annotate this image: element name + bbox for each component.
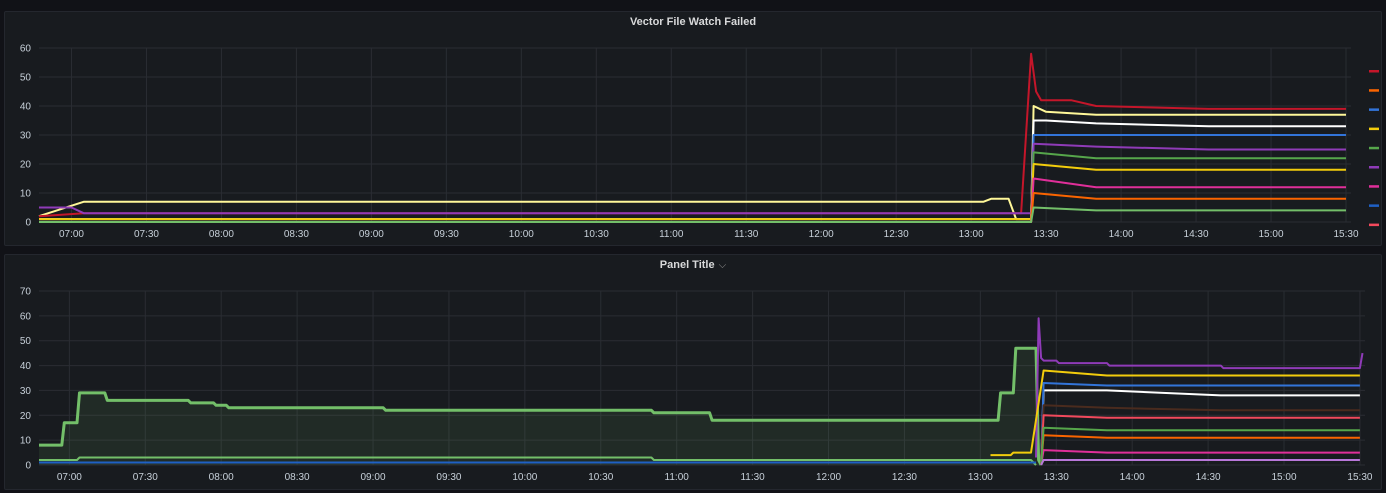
series-line[interactable] xyxy=(38,105,1346,221)
x-tick-label: 12:00 xyxy=(816,472,841,483)
y-tick-label: 40 xyxy=(20,361,32,372)
y-tick-label: 50 xyxy=(20,73,32,84)
legend xyxy=(1369,70,1379,227)
legend-swatch[interactable] xyxy=(1369,223,1379,227)
y-tick-label: 30 xyxy=(20,386,32,397)
x-tick-label: 14:30 xyxy=(1196,472,1221,483)
y-tick-label: 60 xyxy=(20,311,32,322)
chart-svg[interactable]: 0 10 20 30 40 50 60 07:00 07:30 08:00 08:30 09:00 09… xyxy=(5,12,1383,247)
series-line[interactable] xyxy=(1040,389,1360,466)
legend-swatch[interactable] xyxy=(1369,185,1379,188)
x-tick-label: 15:30 xyxy=(1333,229,1358,240)
x-tick-label: 15:00 xyxy=(1259,229,1284,240)
x-tick-label: 13:30 xyxy=(1034,229,1059,240)
x-tick-label: 07:30 xyxy=(133,472,158,483)
y-tick-label: 50 xyxy=(20,336,32,347)
x-tick-label: 13:30 xyxy=(1044,472,1069,483)
y-tick-label: 70 xyxy=(20,287,32,298)
legend-swatch[interactable] xyxy=(1369,166,1379,169)
series-line[interactable] xyxy=(39,177,1346,223)
y-tick-label: 60 xyxy=(20,44,32,55)
x-tick-label: 14:00 xyxy=(1120,472,1145,483)
x-tick-label: 10:30 xyxy=(584,229,609,240)
y-tick-label: 20 xyxy=(20,411,32,422)
x-tick-label: 09:30 xyxy=(436,472,461,483)
y-tick-label: 0 xyxy=(25,218,31,229)
legend-swatch[interactable] xyxy=(1369,108,1379,111)
x-tick-label: 08:00 xyxy=(209,472,234,483)
x-tick-label: 10:30 xyxy=(588,472,613,483)
legend-swatch[interactable] xyxy=(1369,146,1379,150)
y-tick-label: 10 xyxy=(20,436,32,447)
x-tick-label: 11:00 xyxy=(665,472,690,483)
y-tick-label: 30 xyxy=(20,131,32,142)
y-tick-label: 10 xyxy=(20,189,32,200)
chart-svg[interactable]: 0 10 20 30 40 50 60 70 07:00 07:30 08:00 08:30 09:00… xyxy=(5,255,1383,491)
x-tick-label: 13:00 xyxy=(968,472,993,483)
series-line[interactable] xyxy=(1040,459,1360,466)
x-tick-label: 13:00 xyxy=(959,229,984,240)
x-tick-label: 07:30 xyxy=(134,229,159,240)
series-line[interactable] xyxy=(1040,449,1360,466)
series-line[interactable] xyxy=(39,142,1346,215)
chart-panel-panel-title: Panel Title ⌵ 0 10 20 30 40 50 60 70 07:00 07:30 08… xyxy=(4,254,1382,490)
chart-panel-vector-file-watch-failed: Vector File Watch Failed 0 10 20 30 40 50 60 07… xyxy=(4,11,1382,246)
legend-swatch[interactable] xyxy=(1369,127,1379,131)
x-tick-label: 09:30 xyxy=(434,229,459,240)
x-tick-label: 14:00 xyxy=(1109,229,1134,240)
x-tick-label: 11:30 xyxy=(734,229,759,240)
x-tick-label: 07:00 xyxy=(59,229,84,240)
x-tick-label: 10:00 xyxy=(512,472,537,483)
x-tick-label: 12:30 xyxy=(884,229,909,240)
y-tick-label: 40 xyxy=(20,102,32,113)
y-tick-label: 20 xyxy=(20,160,32,171)
x-tick-label: 11:00 xyxy=(659,229,684,240)
legend-swatch[interactable] xyxy=(1369,70,1379,73)
series-line[interactable] xyxy=(39,192,1346,223)
legend-swatch[interactable] xyxy=(1369,89,1379,92)
series-line[interactable] xyxy=(1040,404,1360,466)
legend-swatch[interactable] xyxy=(1369,204,1379,207)
x-tick-label: 08:00 xyxy=(209,229,234,240)
series-group xyxy=(38,52,1346,223)
x-tick-label: 12:30 xyxy=(892,472,917,483)
y-tick-label: 0 xyxy=(25,461,31,472)
x-tick-label: 14:30 xyxy=(1184,229,1209,240)
x-tick-label: 15:30 xyxy=(1347,472,1372,483)
x-tick-label: 07:00 xyxy=(57,472,82,483)
x-tick-label: 10:00 xyxy=(509,229,534,240)
x-tick-label: 12:00 xyxy=(809,229,834,240)
x-tick-label: 11:30 xyxy=(740,472,765,483)
x-tick-label: 15:00 xyxy=(1272,472,1297,483)
x-tick-label: 08:30 xyxy=(284,229,309,240)
x-tick-label: 09:00 xyxy=(359,229,384,240)
x-tick-label: 09:00 xyxy=(361,472,386,483)
x-tick-label: 08:30 xyxy=(285,472,310,483)
